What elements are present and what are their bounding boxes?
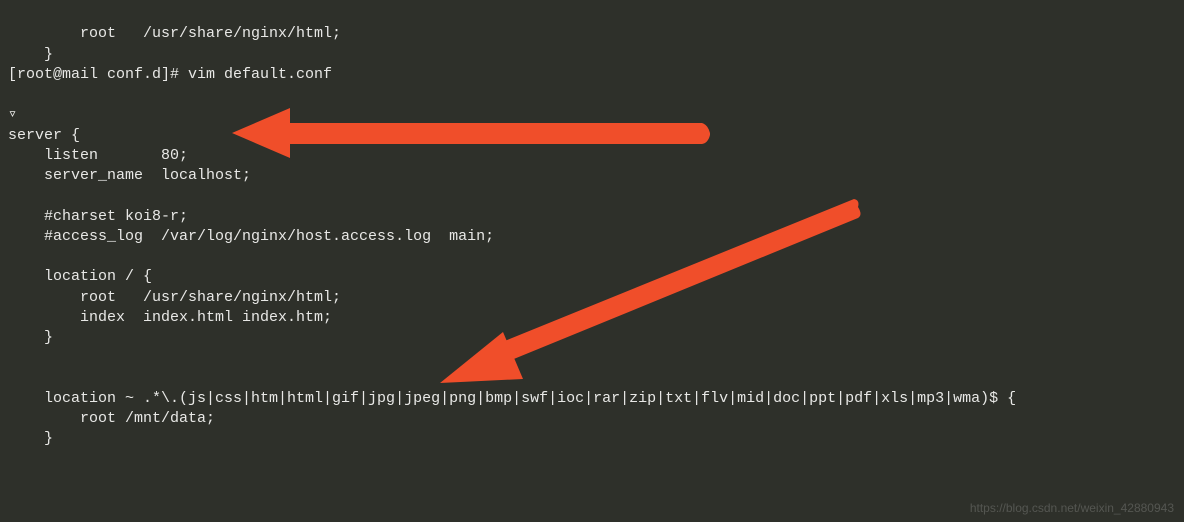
- code-line: ▿: [8, 106, 17, 123]
- code-line: root /mnt/data;: [8, 410, 215, 427]
- code-line: server {: [8, 127, 80, 144]
- code-line: #charset koi8-r;: [8, 208, 188, 225]
- code-line: root /usr/share/nginx/html;: [8, 289, 341, 306]
- code-line: index index.html index.htm;: [8, 309, 332, 326]
- code-line: root /usr/share/nginx/html;: [8, 25, 341, 42]
- code-line: location ~ .*\.(js|css|htm|html|gif|jpg|…: [8, 390, 1016, 407]
- shell-prompt-line: [root@mail conf.d]# vim default.conf: [8, 66, 332, 83]
- code-line: }: [8, 430, 53, 447]
- watermark-text: https://blog.csdn.net/weixin_42880943: [970, 500, 1174, 516]
- code-line: }: [8, 46, 53, 63]
- code-line: #access_log /var/log/nginx/host.access.l…: [8, 228, 494, 245]
- code-line: }: [8, 329, 53, 346]
- code-line: listen 80;: [8, 147, 188, 164]
- code-line: server_name localhost;: [8, 167, 251, 184]
- terminal-output: root /usr/share/nginx/html; } [root@mail…: [8, 4, 1176, 450]
- code-line: location / {: [8, 268, 152, 285]
